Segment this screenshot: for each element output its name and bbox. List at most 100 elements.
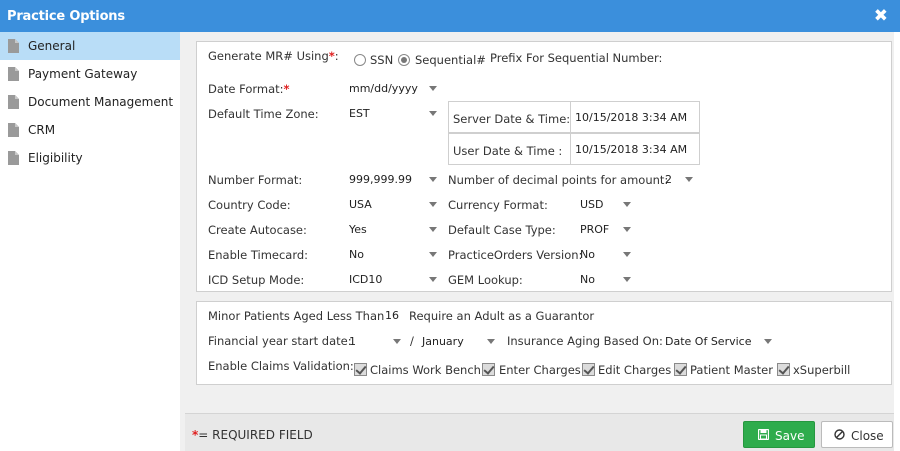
document-icon <box>8 39 19 53</box>
minor-age-input[interactable]: 16 <box>385 309 399 322</box>
chevron-down-icon[interactable] <box>429 86 437 91</box>
decimal-points-select[interactable]: 2 <box>665 173 672 186</box>
autocase-select[interactable]: Yes <box>349 223 367 236</box>
sidebar-item-general[interactable]: General <box>0 32 180 60</box>
minor-age-label: Minor Patients Aged Less Than <box>208 309 385 323</box>
sidebar-item-label: Document Management <box>28 95 174 109</box>
window-edge <box>894 32 900 451</box>
insurance-aging-label: Insurance Aging Based On: <box>507 334 663 348</box>
po-version-select[interactable]: No <box>580 248 595 261</box>
currency-format-select[interactable]: USD <box>580 198 604 211</box>
document-icon <box>8 151 19 165</box>
chevron-down-icon[interactable] <box>623 202 631 207</box>
chevron-down-icon[interactable] <box>429 227 437 232</box>
icd-mode-label: ICD Setup Mode: <box>208 273 305 287</box>
chevron-down-icon[interactable] <box>487 339 495 344</box>
sidebar: General Payment Gateway Document Managem… <box>0 32 180 451</box>
chevron-down-icon[interactable] <box>429 202 437 207</box>
edit-charges-checkbox[interactable] <box>582 363 595 376</box>
general-settings-panel: Generate MR# Using*: SSN Sequential# Pre… <box>196 41 892 292</box>
close-button[interactable]: Close <box>821 421 893 448</box>
timecard-label: Enable Timecard: <box>208 248 309 262</box>
fy-separator: / <box>410 334 414 348</box>
chevron-down-icon[interactable] <box>429 177 437 182</box>
checkbox-label: Claims Work Bench <box>370 363 481 377</box>
gem-lookup-label: GEM Lookup: <box>448 273 523 287</box>
autocase-label: Create Autocase: <box>208 223 307 237</box>
sidebar-item-eligibility[interactable]: Eligibility <box>0 144 180 172</box>
icd-mode-select[interactable]: ICD10 <box>349 273 382 286</box>
date-format-label: Date Format:* <box>208 82 290 96</box>
save-button[interactable]: Save <box>743 421 815 448</box>
decimal-points-label: Number of decimal points for amount: <box>448 173 669 187</box>
checkbox-label: xSuperbill <box>793 363 851 377</box>
gem-lookup-select[interactable]: No <box>580 273 595 286</box>
close-icon[interactable]: ✖ <box>874 6 888 26</box>
chevron-down-icon[interactable] <box>393 339 401 344</box>
user-datetime-label-cell: User Date & Time : <box>448 133 571 165</box>
save-button-label: Save <box>775 429 805 443</box>
server-datetime-label-cell: Server Date & Time: <box>448 101 571 133</box>
chevron-down-icon[interactable] <box>623 227 631 232</box>
enter-charges-checkbox[interactable] <box>482 363 495 376</box>
sequential-radio[interactable] <box>398 54 410 66</box>
claims-work-bench-checkbox[interactable] <box>354 363 367 376</box>
sidebar-item-document-management[interactable]: Document Management <box>0 88 180 116</box>
server-datetime-value: 10/15/2018 3:34 AM <box>575 111 688 124</box>
user-datetime-label: User Date & Time : <box>453 144 563 158</box>
user-datetime-value: 10/15/2018 3:34 AM <box>575 143 688 156</box>
patient-master-checkbox[interactable] <box>674 363 687 376</box>
sidebar-item-payment-gateway[interactable]: Payment Gateway <box>0 60 180 88</box>
xsuperbill-checkbox[interactable] <box>777 363 790 376</box>
fy-month-select[interactable]: January <box>422 335 464 348</box>
timecard-select[interactable]: No <box>349 248 364 261</box>
prefix-label: Prefix For Sequential Number: <box>490 51 663 65</box>
dialog-title: Practice Options <box>7 9 125 24</box>
document-icon <box>8 95 19 109</box>
ban-icon <box>834 429 845 440</box>
require-guarantor-label: Require an Adult as a Guarantor <box>409 309 595 323</box>
close-button-label: Close <box>851 429 884 443</box>
user-datetime-value-cell: 10/15/2018 3:34 AM <box>570 133 700 165</box>
fy-day-select[interactable]: 1 <box>349 335 356 348</box>
ssn-label: SSN <box>370 53 394 67</box>
chevron-down-icon[interactable] <box>429 111 437 116</box>
date-format-select[interactable]: mm/dd/yyyy <box>349 82 418 95</box>
case-type-select[interactable]: PROF <box>580 223 609 236</box>
checkbox-label: Enter Charges <box>499 363 581 377</box>
sequential-label: Sequential# <box>415 53 486 67</box>
document-icon <box>8 67 19 81</box>
currency-format-label: Currency Format: <box>448 198 548 212</box>
content-area: Generate MR# Using*: SSN Sequential# Pre… <box>180 32 900 451</box>
ssn-radio[interactable] <box>354 54 366 66</box>
case-type-label: Default Case Type: <box>448 223 556 237</box>
fy-start-label: Financial year start date: <box>208 334 352 348</box>
country-code-select[interactable]: USA <box>349 198 372 211</box>
sidebar-item-label: CRM <box>28 123 56 137</box>
document-icon <box>8 123 19 137</box>
chevron-down-icon[interactable] <box>623 252 631 257</box>
sidebar-item-label: Eligibility <box>28 151 83 165</box>
checkbox-label: Edit Charges <box>598 363 672 377</box>
server-datetime-label: Server Date & Time: <box>453 112 571 126</box>
chevron-down-icon[interactable] <box>764 339 772 344</box>
number-format-label: Number Format: <box>208 173 303 187</box>
po-version-label: PracticeOrders Version: <box>448 248 583 262</box>
time-zone-select[interactable]: EST <box>349 107 370 120</box>
required-field-note: *= REQUIRED FIELD <box>192 428 313 442</box>
chevron-down-icon[interactable] <box>685 177 693 182</box>
chevron-down-icon[interactable] <box>429 252 437 257</box>
insurance-aging-select[interactable]: Date Of Service <box>665 335 751 348</box>
number-format-select[interactable]: 999,999.99 <box>349 173 412 186</box>
dialog-footer: *= REQUIRED FIELD Save Close <box>185 413 900 451</box>
time-zone-label: Default Time Zone: <box>208 107 319 121</box>
mr-label: Generate MR# Using*: <box>208 49 339 63</box>
chevron-down-icon[interactable] <box>623 277 631 282</box>
chevron-down-icon[interactable] <box>429 277 437 282</box>
country-code-label: Country Code: <box>208 198 291 212</box>
checkbox-label: Patient Master <box>690 363 773 377</box>
server-datetime-value-cell: 10/15/2018 3:34 AM <box>570 101 700 133</box>
sidebar-item-crm[interactable]: CRM <box>0 116 180 144</box>
sidebar-item-label: General <box>28 39 76 53</box>
billing-settings-panel: Minor Patients Aged Less Than 16 Require… <box>196 301 892 385</box>
